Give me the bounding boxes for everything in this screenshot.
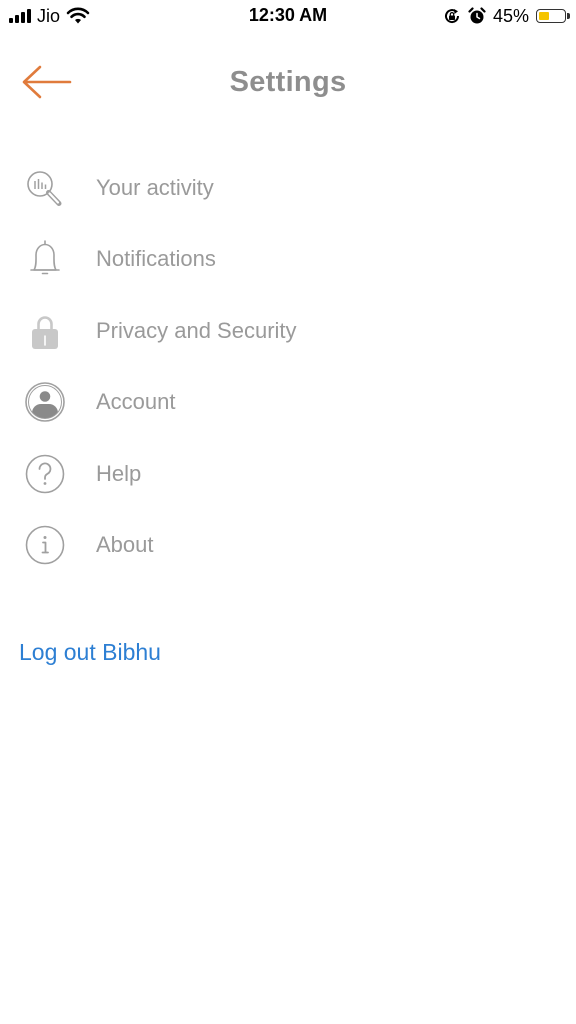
logout-link[interactable]: Log out Bibhu [19, 639, 161, 666]
menu-item-label: Notifications [96, 246, 216, 272]
settings-screen: Jio 12:30 AM 45% Settings Your activity … [0, 0, 576, 1024]
menu-item-account[interactable]: Account [0, 367, 576, 439]
alarm-clock-icon [468, 7, 486, 24]
menu-item-your-activity[interactable]: Your activity [0, 152, 576, 224]
bell-icon [24, 238, 66, 280]
help-icon [24, 453, 66, 495]
battery-percentage: 45% [492, 5, 529, 26]
battery-icon [536, 9, 570, 23]
menu-item-privacy-security[interactable]: Privacy and Security [0, 295, 576, 367]
menu-item-label: About [96, 532, 154, 558]
account-icon [24, 381, 66, 423]
header: Settings [0, 48, 576, 116]
menu-item-notifications[interactable]: Notifications [0, 224, 576, 296]
battery-cap [567, 13, 570, 19]
settings-menu: Your activity Notifications Privacy and … [0, 152, 576, 581]
menu-item-help[interactable]: Help [0, 438, 576, 510]
activity-search-icon [24, 167, 66, 209]
page-title: Settings [229, 66, 347, 98]
info-icon [24, 524, 66, 566]
status-bar-right: 45% [443, 4, 570, 28]
menu-item-label: Your activity [96, 174, 214, 200]
lock-icon [24, 310, 66, 352]
menu-item-about[interactable]: About [0, 510, 576, 582]
battery-level-fill [539, 12, 549, 20]
menu-item-label: Help [96, 460, 142, 486]
menu-item-label: Privacy and Security [96, 317, 297, 343]
status-bar: Jio 12:30 AM 45% [0, 0, 576, 32]
rotation-lock-icon [445, 9, 459, 24]
menu-item-label: Account [96, 389, 176, 415]
